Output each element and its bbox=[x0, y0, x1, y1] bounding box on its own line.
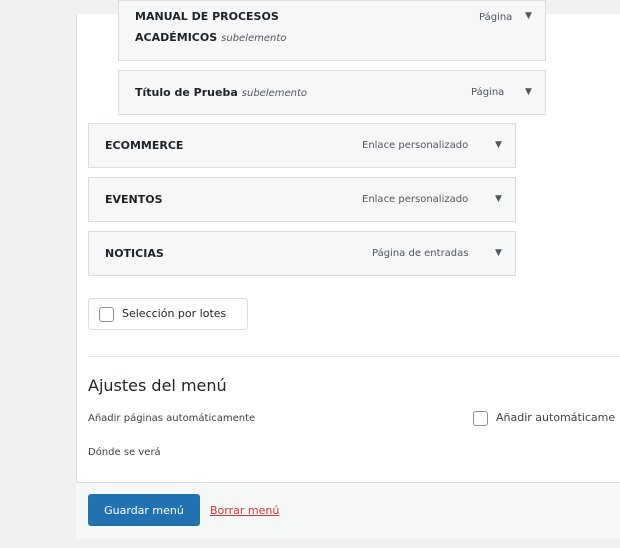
expand-arrow-icon[interactable]: ▼ bbox=[525, 10, 532, 22]
expand-arrow-icon[interactable]: ▼ bbox=[495, 193, 502, 205]
section-divider bbox=[88, 356, 620, 357]
menu-item-title: MANUAL DE PROCESOS bbox=[135, 10, 279, 23]
menu-item-type: Página bbox=[471, 87, 505, 98]
menu-item-titulo-prueba[interactable]: Título de Prueba subelemento Página ▼ bbox=[118, 70, 546, 115]
menu-item-title: ECOMMERCE bbox=[105, 139, 184, 152]
menu-item-type: Página de entradas bbox=[372, 248, 469, 259]
menu-item-type: Enlace personalizado bbox=[362, 140, 469, 151]
menu-settings-heading: Ajustes del menú bbox=[88, 376, 227, 395]
display-location-label: Dónde se verá bbox=[88, 447, 161, 458]
auto-add-checkbox[interactable] bbox=[473, 411, 488, 426]
auto-add-pages-label: Añadir páginas automáticamente bbox=[88, 413, 256, 424]
delete-menu-link[interactable]: Borrar menú bbox=[210, 504, 279, 517]
menu-item-title: NOTICIAS bbox=[105, 247, 164, 260]
subitem-tag: subelemento bbox=[221, 33, 287, 44]
expand-arrow-icon[interactable]: ▼ bbox=[495, 139, 502, 151]
bulk-select-checkbox[interactable] bbox=[99, 307, 114, 322]
expand-arrow-icon[interactable]: ▼ bbox=[495, 247, 502, 259]
menu-item-title: EVENTOS bbox=[105, 193, 163, 206]
menu-item-noticias[interactable]: NOTICIAS Página de entradas ▼ bbox=[88, 231, 516, 276]
menu-item-title: Título de Prueba subelemento bbox=[135, 86, 308, 99]
menu-item-manual-procesos[interactable]: MANUAL DE PROCESOS ACADÉMICOS subelemento… bbox=[118, 0, 546, 61]
bulk-select-label: Selección por lotes bbox=[122, 307, 227, 320]
menu-item-type: Enlace personalizado bbox=[362, 194, 469, 205]
menu-item-ecommerce[interactable]: ECOMMERCE Enlace personalizado ▼ bbox=[88, 123, 516, 168]
bulk-select-toggle[interactable]: Selección por lotes bbox=[88, 298, 248, 330]
save-menu-button[interactable]: Guardar menú bbox=[88, 494, 200, 526]
menu-footer: Guardar menú Borrar menú bbox=[76, 482, 620, 539]
menu-item-eventos[interactable]: EVENTOS Enlace personalizado ▼ bbox=[88, 177, 516, 222]
menu-item-title-cont: ACADÉMICOS subelemento bbox=[135, 31, 287, 44]
expand-arrow-icon[interactable]: ▼ bbox=[525, 86, 532, 98]
auto-add-checkbox-label[interactable]: Añadir automáticame bbox=[496, 411, 615, 424]
subitem-tag: subelemento bbox=[241, 88, 308, 99]
menu-item-type: Página bbox=[479, 12, 513, 23]
